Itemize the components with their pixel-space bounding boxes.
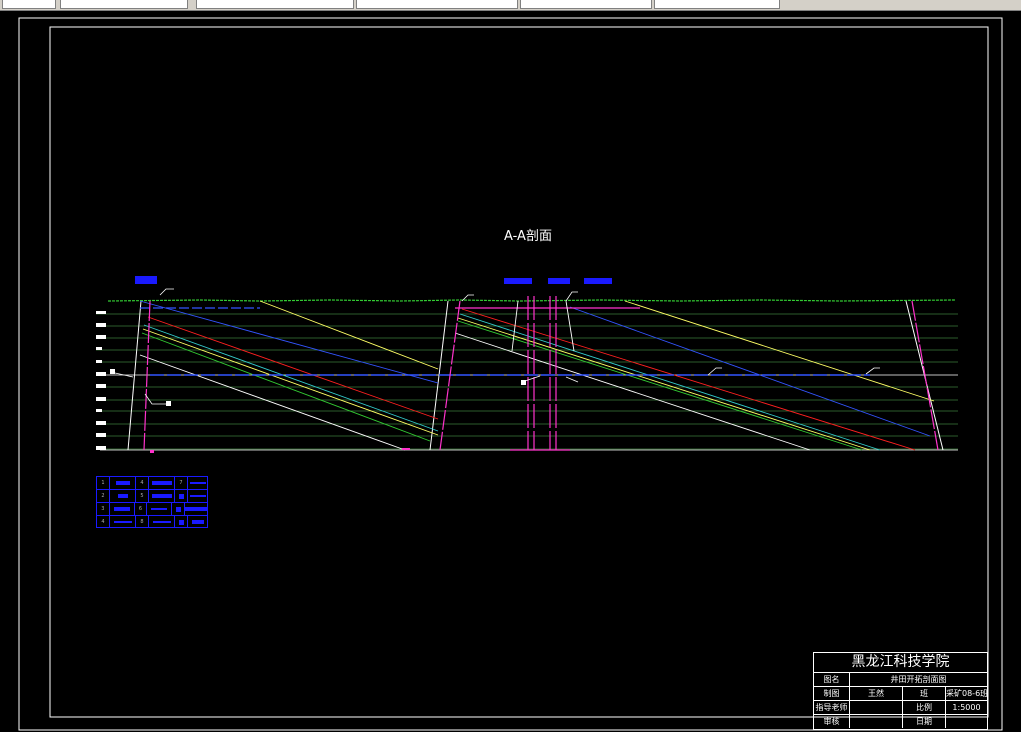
legend-row: 2 5 <box>97 490 207 503</box>
title-row-review: 审核 日期 <box>814 715 987 728</box>
class-value: 采矿08-6班 <box>946 689 987 698</box>
shaft-sump-mid <box>402 448 410 450</box>
advisor-value <box>850 701 903 714</box>
review-label: 审核 <box>814 715 850 728</box>
title-row-advisor: 指导老师 比例 1:5000 <box>814 701 987 715</box>
shaft-sump-left <box>150 450 154 453</box>
toolbar-color-select[interactable] <box>196 0 354 9</box>
date-value <box>946 715 987 728</box>
section-title: A-A剖面 <box>504 229 552 244</box>
shafts <box>143 296 939 451</box>
ground-surface <box>107 299 956 302</box>
inner-frame <box>49 26 989 718</box>
toolbar-plotstyle-select[interactable] <box>654 0 780 9</box>
class-label: 班 <box>903 687 946 700</box>
toolbar-layer-select[interactable] <box>60 0 188 9</box>
cad-toolbar <box>0 0 1021 11</box>
section-drawing: A-A剖面 <box>18 17 1003 731</box>
title-block: 黑龙江科技学院 图名 井田开拓剖面图 制图 王然 班 采矿08-6班 指导老师 … <box>813 652 988 730</box>
toolbar-layer-field[interactable] <box>2 0 56 9</box>
legend-row: 3 6 <box>97 503 207 516</box>
scale-value: 1:5000 <box>952 703 981 712</box>
review-value <box>850 715 903 728</box>
outer-frame <box>18 17 1003 731</box>
advisor-label: 指导老师 <box>814 701 850 714</box>
level-tick-marks <box>96 311 106 450</box>
drafter-label: 制图 <box>814 687 850 700</box>
drawing-name-label: 图名 <box>814 673 850 686</box>
drawing-canvas[interactable]: A-A剖面 1 4 7 2 5 3 6 4 8 黑龙江科技学院 图名 井田开拓剖… <box>0 11 1021 732</box>
legend-table: 1 4 7 2 5 3 6 4 8 <box>96 476 208 528</box>
drafter-value: 王然 <box>850 687 903 700</box>
legend-row: 1 4 7 <box>97 477 207 490</box>
toolbar-lineweight-select[interactable] <box>520 0 652 9</box>
level-lines <box>96 313 958 450</box>
date-label: 日期 <box>903 715 946 728</box>
drawing-name-value: 井田开拓剖面图 <box>890 675 947 684</box>
title-row-drawing-name: 图名 井田开拓剖面图 <box>814 673 987 687</box>
scale-label: 比例 <box>903 701 946 714</box>
title-row-drafter: 制图 王然 班 采矿08-6班 <box>814 687 987 701</box>
headframes <box>135 276 612 284</box>
legend-row: 4 8 <box>97 516 207 528</box>
toolbar-linetype-select[interactable] <box>356 0 518 9</box>
institution-name: 黑龙江科技学院 <box>814 653 987 673</box>
